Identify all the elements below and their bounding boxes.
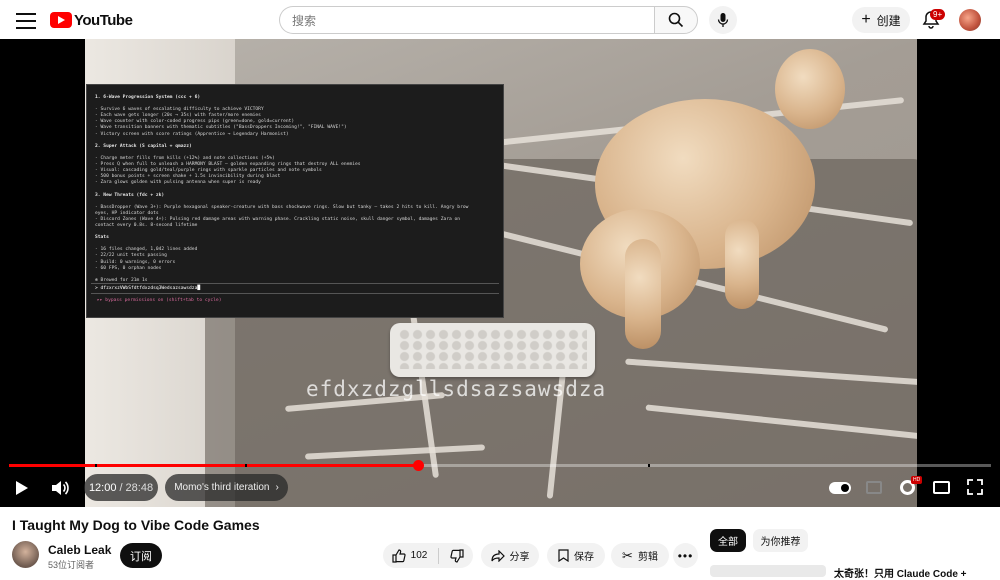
share-icon: [490, 549, 505, 562]
create-label: 创建: [876, 13, 901, 28]
recommended-thumbnail[interactable]: [710, 565, 826, 577]
time-display: 12:00 / 28:48: [84, 474, 158, 501]
like-dislike-group: 102: [383, 543, 473, 568]
bookmark-icon: [558, 549, 569, 562]
thumbs-down-icon[interactable]: [450, 548, 464, 563]
play-icon[interactable]: [16, 481, 28, 495]
channel-name[interactable]: Caleb Leak: [48, 543, 111, 557]
top-bar: YouTube 搜索 + 创建 9+: [0, 0, 1000, 40]
search-placeholder: 搜索: [292, 13, 317, 28]
terminal-output: 1. 6-Wave Progression System (ccc + 6) -…: [87, 85, 503, 288]
account-avatar[interactable]: [959, 9, 981, 31]
volume-icon[interactable]: [50, 479, 70, 497]
logo-text: YouTube: [74, 11, 133, 29]
voice-search-button[interactable]: [709, 6, 737, 34]
chapter-title: Momo's third iteration: [174, 482, 270, 493]
fullscreen-icon[interactable]: [967, 479, 983, 495]
terminal-window: 1. 6-Wave Progression System (ccc + 6) -…: [86, 84, 504, 318]
search-input[interactable]: 搜索: [279, 6, 654, 34]
more-actions-button[interactable]: •••: [673, 543, 698, 568]
autoplay-toggle[interactable]: [829, 482, 851, 494]
youtube-logo[interactable]: YouTube: [50, 10, 133, 30]
video-player[interactable]: 1. 6-Wave Progression System (ccc + 6) -…: [0, 39, 1000, 507]
search-button[interactable]: [654, 6, 698, 34]
terminal-line: - BassDropper (Wave 3+): Purple hexagona…: [95, 204, 469, 210]
keyboard: [390, 323, 595, 377]
subscriber-count: 53位订阅者: [48, 560, 95, 570]
time-separator: /: [119, 481, 123, 494]
subscribe-button[interactable]: 订阅: [120, 543, 162, 568]
clip-button[interactable]: ✂ 剪辑: [611, 543, 669, 568]
typed-overlay-text: efdxzdzgllsdsazsawsdza: [306, 377, 607, 401]
chevron-right-icon: ›: [275, 482, 279, 493]
scissors-icon: ✂: [622, 547, 633, 563]
notification-badge: 9+: [930, 9, 946, 20]
theater-mode-icon[interactable]: [933, 481, 950, 494]
recommended-video-title[interactable]: 太奇张！只用 Claude Code +: [834, 565, 967, 580]
save-label: 保存: [574, 552, 594, 563]
share-button[interactable]: 分享: [481, 543, 539, 568]
chip-all[interactable]: 全部: [710, 529, 746, 552]
progress-played: [9, 464, 419, 467]
thumbs-up-icon[interactable]: [392, 548, 406, 563]
youtube-play-icon: [50, 12, 72, 28]
plus-icon: +: [861, 11, 871, 28]
hd-badge: HD: [911, 476, 923, 484]
clip-label: 剪辑: [637, 552, 658, 563]
search-icon: [668, 12, 684, 28]
duration: 28:48: [125, 481, 154, 494]
captions-icon[interactable]: [866, 481, 882, 494]
video-title: I Taught My Dog to Vibe Code Games: [12, 517, 260, 533]
menu-icon[interactable]: [14, 8, 38, 32]
create-button[interactable]: + 创建: [852, 7, 910, 33]
dog-tail: [775, 49, 845, 129]
channel-avatar[interactable]: [12, 541, 39, 568]
more-icon: •••: [677, 548, 694, 563]
share-label: 分享: [509, 552, 530, 563]
chip-recommended[interactable]: 为你推荐: [753, 529, 808, 552]
terminal-prompt: > dfzxrxzVWbSfdtfdxzdsq3Wedsazsawsdza█: [91, 283, 499, 294]
like-count[interactable]: 102: [411, 550, 428, 561]
microphone-icon: [717, 13, 729, 27]
chapter-button[interactable]: Momo's third iteration ›: [165, 474, 288, 501]
terminal-hint: ▸▸ bypass permissions on (shift+tab to c…: [97, 298, 222, 303]
current-time: 12:00: [88, 481, 117, 494]
save-button[interactable]: 保存: [547, 543, 605, 568]
